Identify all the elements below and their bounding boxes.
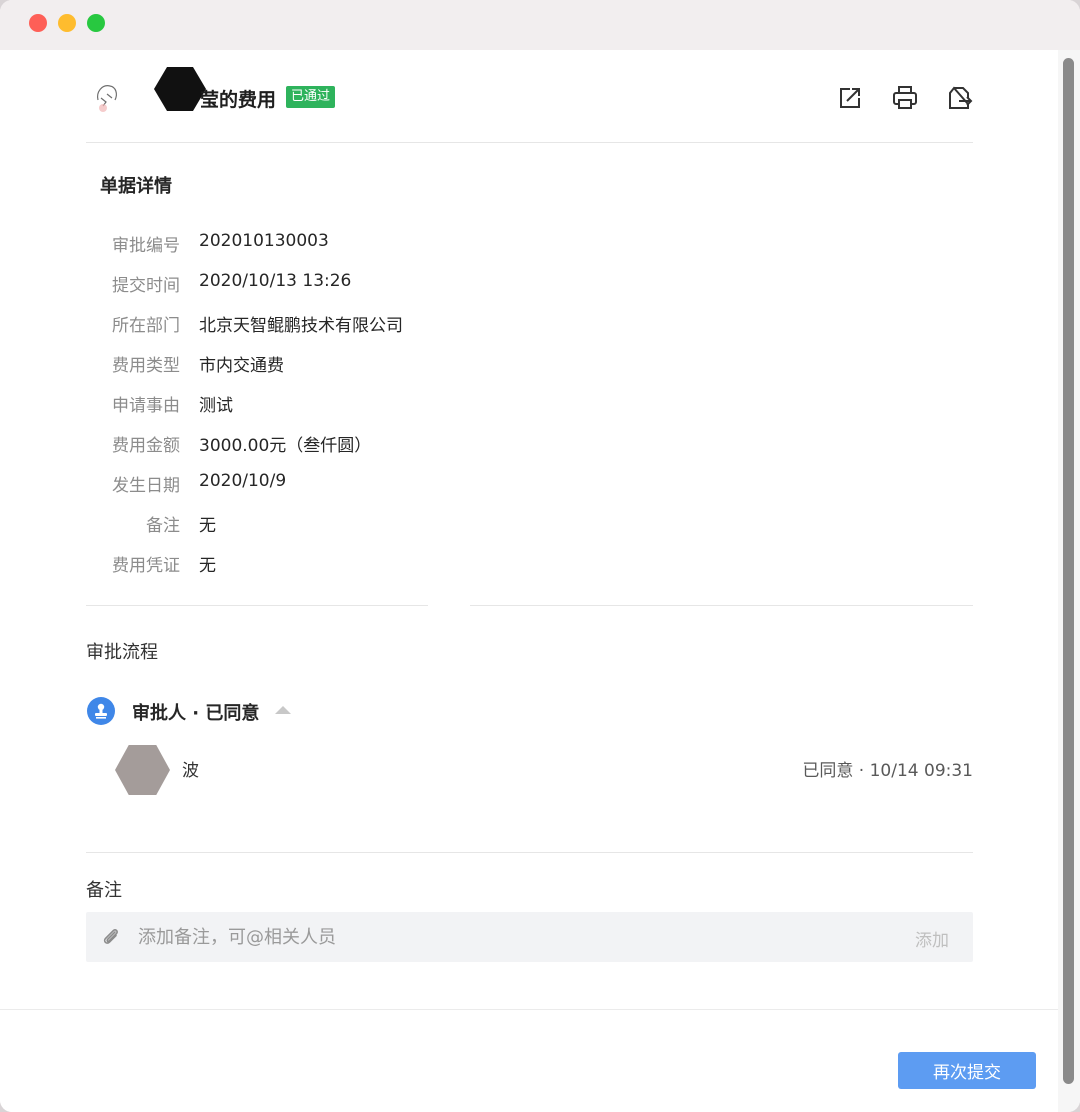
field-label: 申请事由 [112, 396, 180, 416]
export-icon[interactable] [946, 84, 974, 112]
details-divider-right [470, 605, 973, 606]
note-value: 无 [199, 516, 216, 536]
print-icon[interactable] [891, 84, 919, 112]
share-icon[interactable] [836, 84, 864, 112]
date-value: 2020/10/9 [199, 471, 287, 491]
document-title: 莹的费用 [200, 89, 277, 111]
amount-value: 3000.00元（叁仟圆） [199, 436, 372, 456]
submit-time-value: 2020/10/13 13:26 [199, 271, 352, 291]
reason-value: 测试 [199, 396, 233, 416]
title-bar [0, 0, 1080, 50]
status-badge: 已通过 [286, 86, 336, 108]
collapse-caret-icon[interactable] [275, 706, 291, 714]
minimize-window-button[interactable] [58, 14, 76, 32]
flow-section-title: 审批流程 [86, 642, 158, 663]
applicant-avatar [88, 76, 128, 116]
field-label: 审批编号 [112, 236, 180, 256]
flow-divider [86, 852, 973, 853]
approval-status-time: 已同意 · 10/14 09:31 [802, 761, 973, 781]
add-remark-button[interactable]: 添加 [915, 926, 949, 951]
footer-divider [0, 1009, 1058, 1010]
approver-stamp-icon [87, 697, 115, 725]
header-divider [86, 142, 973, 143]
field-label: 所在部门 [112, 316, 180, 336]
approval-number-value: 202010130003 [199, 231, 329, 251]
close-window-button[interactable] [29, 14, 47, 32]
remark-input[interactable] [138, 912, 878, 962]
expense-type-value: 市内交通费 [199, 356, 284, 376]
remark-section-title: 备注 [86, 880, 122, 901]
remark-input-bar: 添加 [86, 912, 973, 962]
window: 莹的费用 已通过 单据详情 审批编号 202010130003 提交时间 202… [0, 0, 1080, 1112]
attachment-icon[interactable] [100, 926, 122, 948]
voucher-value: 无 [199, 556, 216, 576]
approver-name: 波 [182, 761, 199, 781]
resubmit-button[interactable]: 再次提交 [898, 1052, 1036, 1089]
field-label: 备注 [146, 516, 180, 536]
details-section-title: 单据详情 [100, 176, 172, 197]
scrollbar-thumb[interactable] [1063, 58, 1074, 1084]
department-value: 北京天智鲲鹏技术有限公司 [199, 316, 403, 336]
maximize-window-button[interactable] [87, 14, 105, 32]
field-label: 费用凭证 [112, 556, 180, 576]
approval-step-label: 审批人 · 已同意 [132, 703, 260, 724]
field-label: 提交时间 [112, 276, 180, 296]
field-label: 费用类型 [112, 356, 180, 376]
field-label: 费用金额 [112, 436, 180, 456]
details-divider-left [86, 605, 428, 606]
field-label: 发生日期 [112, 476, 180, 496]
